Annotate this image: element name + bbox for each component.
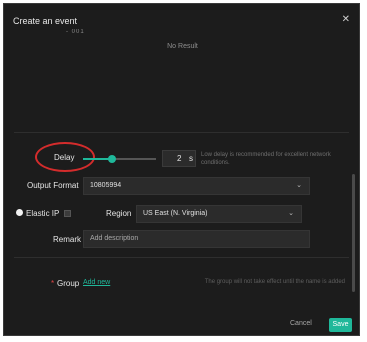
required-mark: *: [51, 279, 55, 288]
region-value: US East (N. Virginia): [143, 210, 208, 217]
add-new-group-link[interactable]: Add new: [83, 279, 110, 286]
delay-slider-thumb[interactable]: [108, 155, 117, 163]
chevron-down-icon: ⌄: [296, 182, 302, 189]
save-button[interactable]: Save: [329, 318, 352, 332]
delay-value: 2: [177, 154, 182, 163]
dialog-title: Create an event: [13, 16, 78, 26]
delay-unit: s: [189, 154, 193, 163]
no-result-text: No Result: [167, 43, 198, 50]
section-divider: [14, 132, 349, 133]
output-format-label: Output Format: [27, 181, 79, 190]
cancel-button[interactable]: Cancel: [290, 320, 312, 327]
elastic-ip-label: Elastic IP: [26, 209, 60, 218]
delay-input[interactable]: 2 s: [162, 150, 196, 167]
scrollbar[interactable]: [352, 174, 355, 292]
group-label: Group: [57, 279, 80, 288]
delay-annotation-circle: [35, 142, 95, 172]
remark-input[interactable]: Add description: [83, 230, 310, 248]
region-label: Region: [106, 209, 132, 218]
output-format-select[interactable]: 10805994 ⌄: [83, 177, 310, 195]
remark-label: Remark: [53, 235, 82, 244]
section-divider: [14, 257, 349, 258]
chevron-down-icon: ⌄: [288, 210, 294, 217]
delay-hint: Low delay is recommended for excellent n…: [201, 152, 331, 166]
remark-placeholder: Add description: [90, 235, 139, 242]
info-dot-icon: [16, 209, 23, 216]
output-format-value: 10805994: [90, 182, 122, 189]
clipped-list-text: - 001: [66, 29, 85, 35]
create-event-dialog: Create an event ✕ - 001 No Result Delay …: [3, 3, 360, 336]
group-hint: The group will not take effect until the…: [204, 279, 345, 285]
region-select[interactable]: US East (N. Virginia) ⌄: [136, 205, 302, 223]
delay-slider[interactable]: [83, 155, 156, 163]
close-icon[interactable]: ✕: [342, 14, 350, 25]
elastic-ip-checkbox[interactable]: [64, 210, 71, 217]
